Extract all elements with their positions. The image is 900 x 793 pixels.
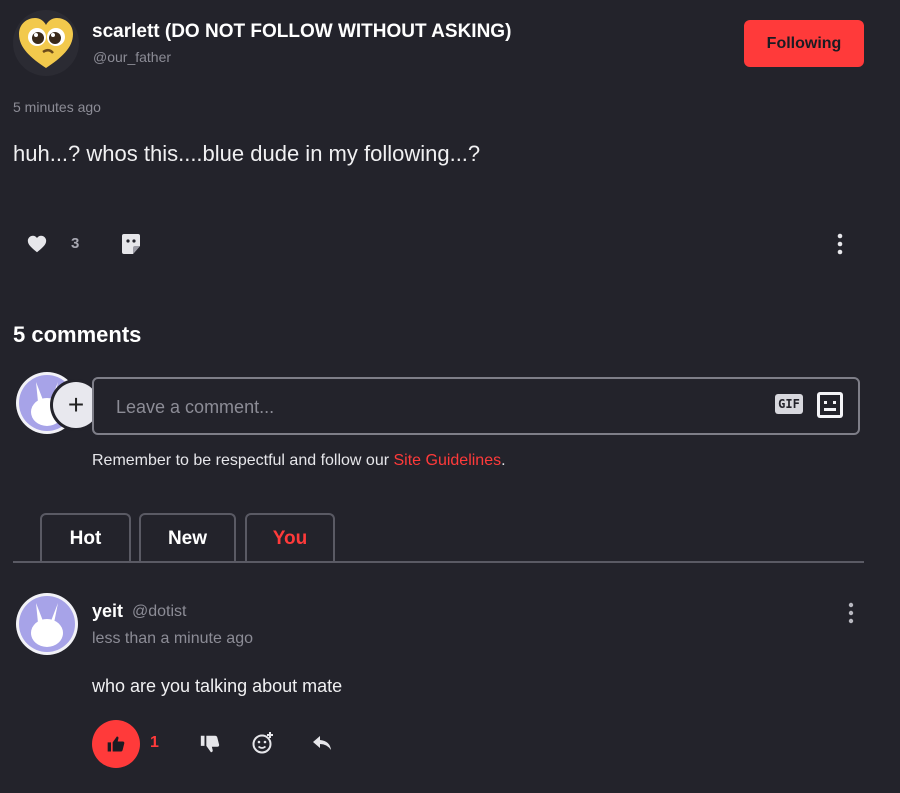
add-reaction-icon[interactable] [251, 731, 275, 755]
site-guidelines-link[interactable]: Site Guidelines [393, 452, 501, 469]
commenter-name[interactable]: yeit [92, 601, 123, 622]
more-vertical-icon[interactable] [830, 232, 850, 256]
guideline-note: Remember to be respectful and follow our… [92, 452, 506, 470]
post-text: huh...? whos this....blue dude in my fol… [13, 141, 481, 166]
tab-hot[interactable]: Hot [40, 513, 131, 563]
post-timestamp: 5 minutes ago [13, 99, 101, 115]
comment-like-button[interactable] [92, 720, 140, 768]
tabs-divider [13, 561, 864, 563]
author-avatar[interactable] [13, 10, 79, 76]
heart-icon[interactable] [26, 233, 48, 255]
bunny-avatar-image [19, 596, 75, 652]
tab-you[interactable]: You [245, 513, 335, 563]
reply-icon[interactable] [311, 733, 333, 753]
tab-new[interactable]: New [139, 513, 236, 563]
emoji-picker-icon[interactable] [817, 392, 843, 418]
comment-input[interactable] [114, 379, 758, 435]
comment-like-count: 1 [150, 734, 159, 751]
comment-more-vertical-icon[interactable] [842, 601, 860, 625]
comments-heading: 5 comments [13, 322, 142, 347]
guideline-prefix: Remember to be respectful and follow our [92, 452, 394, 469]
comment-input-box[interactable] [92, 377, 860, 435]
comment-timestamp: less than a minute ago [92, 630, 253, 647]
author-handle[interactable]: @our_father [93, 49, 171, 65]
like-count: 3 [71, 235, 80, 252]
comment-body: who are you talking about mate [92, 676, 343, 696]
commenter-handle[interactable]: @dotist [132, 603, 186, 621]
thumbs-down-icon[interactable] [199, 733, 221, 755]
gif-icon[interactable]: GIF [775, 394, 803, 414]
thumbs-up-icon [107, 736, 125, 752]
heart-face-avatar-image [19, 18, 73, 68]
commenter-avatar[interactable] [16, 593, 78, 655]
author-name[interactable]: scarlett (DO NOT FOLLOW WITHOUT ASKING) [92, 21, 511, 43]
following-button[interactable]: Following [744, 20, 864, 67]
guideline-suffix: . [501, 452, 506, 469]
sticker-icon[interactable] [120, 232, 142, 256]
